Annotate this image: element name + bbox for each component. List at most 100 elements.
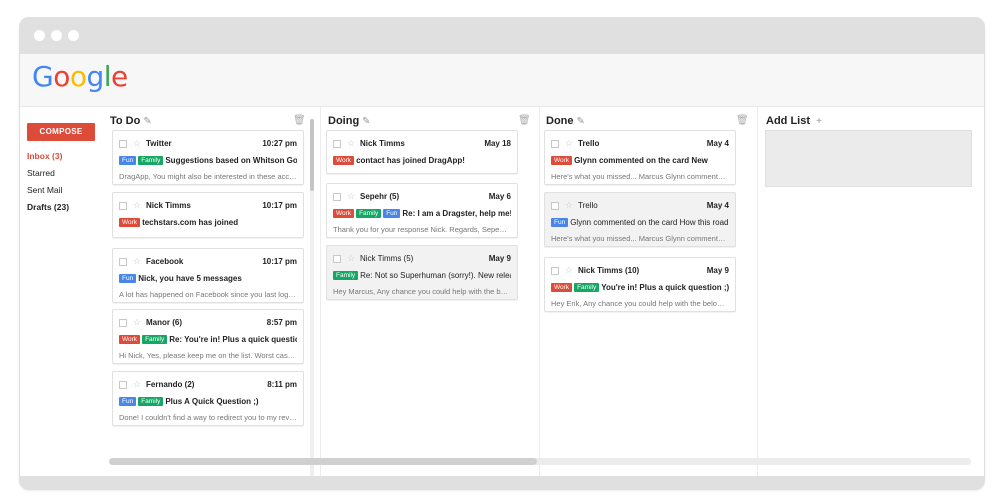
star-icon[interactable]: ☆: [347, 138, 355, 149]
star-icon[interactable]: ☆: [565, 265, 573, 276]
label-tag-family[interactable]: Family: [356, 209, 382, 218]
window-close-dot[interactable]: [34, 30, 45, 41]
edit-pencil-icon[interactable]: ✎: [362, 116, 370, 127]
select-checkbox[interactable]: [333, 255, 341, 263]
email-card[interactable]: ☆ Twitter 10:27 pm Fun Family Suggestions bas…: [112, 130, 304, 185]
sender-name: Trello: [578, 201, 598, 210]
label-tag-family[interactable]: Family: [574, 283, 600, 292]
label-tag-work[interactable]: Work: [119, 218, 141, 227]
select-checkbox[interactable]: [551, 140, 559, 148]
column-divider: [757, 107, 758, 476]
column-title[interactable]: Done ✎: [546, 115, 585, 127]
label-tag-fun[interactable]: Fun: [383, 209, 401, 218]
email-subject: Re: I am a Dragster, help me!: [402, 209, 511, 218]
card-header: ☆ Nick Timms 10:17 pm: [119, 200, 297, 213]
label-tag-work[interactable]: Work: [333, 209, 355, 218]
trash-icon[interactable]: 🗑: [518, 115, 531, 126]
email-snippet: Hi Nick, Yes, please keep me on the list…: [119, 351, 297, 360]
label-tag-fun[interactable]: Fun: [119, 397, 137, 406]
email-subject: Re: You're in! Plus a quick questio: [169, 335, 297, 344]
label-tag-family[interactable]: Family: [333, 271, 359, 280]
star-icon[interactable]: ☆: [347, 191, 355, 202]
email-card[interactable]: ☆ Fernando (2) 8:11 pm Fun Family Plus A Quic…: [112, 371, 304, 426]
add-list-dropzone[interactable]: [765, 130, 972, 187]
column-scrollbar[interactable]: [310, 119, 314, 476]
label-tag-family[interactable]: Family: [142, 335, 168, 344]
sidebar-item-inbox[interactable]: Inbox (3): [27, 151, 62, 161]
trash-icon[interactable]: 🗑: [736, 115, 749, 126]
label-tag-fun[interactable]: Fun: [551, 218, 569, 227]
select-checkbox[interactable]: [119, 319, 127, 327]
email-card[interactable]: ☆ Trello May 4 Work Glynn commented on the c…: [544, 130, 736, 185]
email-snippet: Done! I couldn't find a way to redirect …: [119, 413, 297, 422]
star-icon[interactable]: ☆: [133, 379, 141, 390]
sender-name: Nick Timms (5): [360, 254, 414, 263]
email-card[interactable]: ☆ Facebook 10:17 pm Fun Nick, you have 5 mes…: [112, 248, 304, 303]
compose-button[interactable]: COMPOSE: [27, 123, 95, 141]
logo-letter: g: [86, 60, 104, 93]
window-maximize-dot[interactable]: [68, 30, 79, 41]
select-checkbox[interactable]: [551, 267, 559, 275]
star-icon[interactable]: ☆: [133, 200, 141, 211]
label-tag-fun[interactable]: Fun: [119, 156, 137, 165]
column-title[interactable]: Doing ✎: [328, 115, 371, 127]
scrollbar-thumb[interactable]: [310, 119, 314, 191]
select-checkbox[interactable]: [119, 258, 127, 266]
label-tag-work[interactable]: Work: [119, 335, 141, 344]
column-title[interactable]: To Do ✎: [110, 115, 152, 127]
email-subject-line: Fun Family Plus A Quick Question ;): [119, 397, 297, 406]
google-logo[interactable]: Google: [32, 60, 128, 93]
received-time: May 6: [488, 192, 511, 201]
edit-pencil-icon[interactable]: ✎: [577, 116, 585, 127]
email-card[interactable]: ☆ Nick Timms May 18 Work contact has joined …: [326, 130, 518, 174]
email-subject: Plus A Quick Question ;): [165, 397, 259, 406]
horizontal-scrollbar[interactable]: [109, 458, 971, 465]
select-checkbox[interactable]: [333, 140, 341, 148]
select-checkbox[interactable]: [333, 193, 341, 201]
star-icon[interactable]: ☆: [133, 256, 141, 267]
sender-name: Trello: [578, 139, 600, 148]
email-card[interactable]: ☆ Nick Timms 10:17 pm Work techstars.com has…: [112, 192, 304, 238]
plus-icon[interactable]: +: [816, 116, 822, 127]
star-icon[interactable]: ☆: [565, 200, 573, 211]
received-time: May 9: [706, 266, 729, 275]
email-card[interactable]: ☆ Manor (6) 8:57 pm Work Family Re: You're in…: [112, 309, 304, 364]
email-card[interactable]: ☆ Trello May 4 Fun Glynn commented on the ca…: [544, 192, 736, 247]
email-snippet: DragApp, You might also be interested in…: [119, 172, 297, 181]
sidebar-item-starred[interactable]: Starred: [27, 168, 55, 178]
star-icon[interactable]: ☆: [133, 138, 141, 149]
card-header: ☆ Nick Timms (5) May 9: [333, 253, 511, 266]
select-checkbox[interactable]: [119, 381, 127, 389]
sidebar-item-sent-mail[interactable]: Sent Mail: [27, 185, 62, 195]
add-list-title[interactable]: Add List +: [766, 115, 822, 127]
label-tag-work[interactable]: Work: [551, 156, 573, 165]
email-card[interactable]: ☆ Nick Timms (10) May 9 Work Family You're in…: [544, 257, 736, 312]
select-checkbox[interactable]: [551, 202, 559, 210]
received-time: 10:27 pm: [262, 139, 297, 148]
select-checkbox[interactable]: [119, 140, 127, 148]
sender-name: Manor (6): [146, 318, 182, 327]
star-icon[interactable]: ☆: [133, 317, 141, 328]
sidebar-item-drafts[interactable]: Drafts (23): [27, 202, 69, 212]
label-tag-family[interactable]: Family: [138, 156, 164, 165]
email-snippet: Thank you for your response Nick. Regard…: [333, 225, 511, 234]
label-tag-family[interactable]: Family: [138, 397, 164, 406]
email-card[interactable]: ☆ Nick Timms (5) May 9 Family Re: Not so Sup…: [326, 245, 518, 300]
label-tag-fun[interactable]: Fun: [119, 274, 137, 283]
email-card[interactable]: ☆ Sepehr (5) May 6 Work Family Fun Re: I am a …: [326, 183, 518, 238]
browser-window: Google COMPOSE Inbox (3) Starred Sent Ma…: [19, 17, 985, 490]
star-icon[interactable]: ☆: [565, 138, 573, 149]
trash-icon[interactable]: 🗑: [293, 115, 306, 126]
select-checkbox[interactable]: [119, 202, 127, 210]
star-icon[interactable]: ☆: [347, 253, 355, 264]
app-header: Google: [20, 54, 984, 107]
email-subject-line: Work Family Re: You're in! Plus a quick qu…: [119, 335, 297, 344]
label-tag-work[interactable]: Work: [333, 156, 355, 165]
received-time: May 18: [484, 139, 511, 148]
window-minimize-dot[interactable]: [51, 30, 62, 41]
label-tag-work[interactable]: Work: [551, 283, 573, 292]
email-subject: Glynn commented on the card New: [574, 156, 708, 165]
sender-name: Nick Timms (10): [578, 266, 640, 275]
scrollbar-thumb[interactable]: [109, 458, 537, 465]
edit-pencil-icon[interactable]: ✎: [143, 116, 151, 127]
